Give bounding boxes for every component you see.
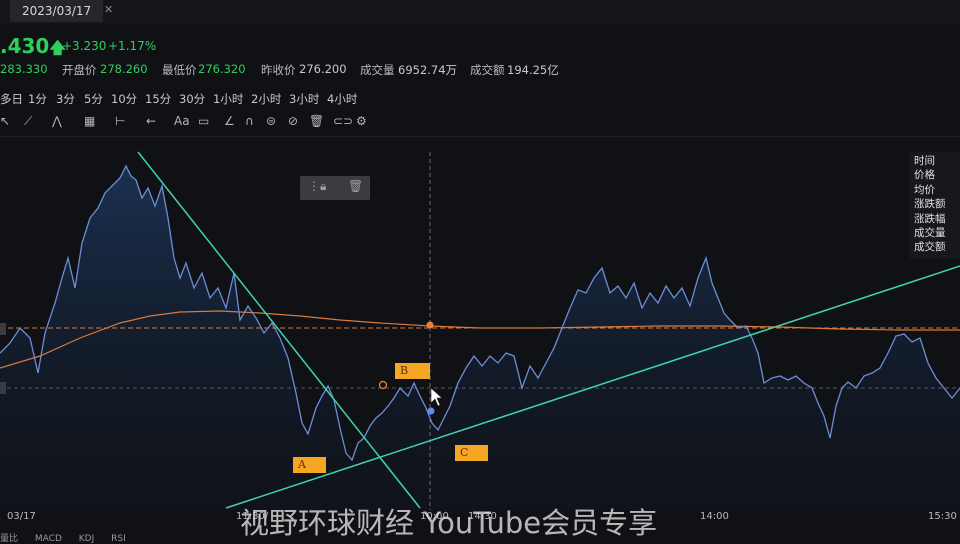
hide-icon[interactable]: ⊘ (288, 114, 298, 128)
change-percent: +1.17% (108, 39, 157, 53)
arrow-left-icon[interactable]: ← (146, 114, 156, 128)
legend-change: 涨跌额 (914, 198, 946, 211)
period-1min[interactable]: 1分 (28, 91, 47, 107)
period-2hour[interactable]: 2小时 (251, 91, 281, 107)
tab-rsi[interactable]: RSI (111, 534, 126, 544)
open-label: 开盘价 (62, 63, 97, 77)
amount-label: 成交额 (470, 63, 505, 77)
period-3hour[interactable]: 3小时 (289, 91, 319, 107)
date-tab[interactable]: 2023/03/17 (10, 0, 104, 22)
zigzag-icon[interactable]: ⋀ (52, 114, 62, 128)
tab-kdj[interactable]: KDJ (79, 534, 95, 544)
floating-toolbar: ⋮ 🔒︎ 🗑︎ (300, 176, 370, 200)
volume-value: 6952.74万 (398, 63, 458, 77)
prev-close-value: 276.200 (299, 62, 347, 76)
cursor-icon[interactable]: ↖ (0, 114, 10, 128)
x-label-start: 03/17 (7, 511, 36, 522)
low-label: 最低价 (162, 63, 197, 77)
change-amount: +3.230 (62, 39, 107, 53)
legend-amount: 成交额 (914, 241, 946, 254)
drag-handle-icon[interactable]: ⋮ (308, 179, 320, 193)
period-3min[interactable]: 3分 (56, 91, 75, 107)
legend-volume: 成交量 (914, 227, 946, 240)
marker-b[interactable]: B (395, 363, 430, 379)
x-label-4: 14:00 (700, 511, 729, 522)
lock-icon[interactable]: 🔒︎ (320, 179, 326, 194)
legend-avg: 均价 (914, 183, 935, 196)
crosshair-legend: 时间 价格 均价 涨跌额 涨跌幅 成交量 成交额 (910, 152, 960, 259)
period-4hour[interactable]: 4小时 (327, 91, 357, 107)
trendline-icon[interactable]: ⟋ (24, 114, 32, 129)
anchor-handle[interactable] (378, 380, 388, 390)
x-label-end: 15:30 (928, 511, 957, 522)
last-price: .430🡅 (0, 34, 66, 58)
axis-handle-bottom[interactable] (0, 382, 6, 394)
legend-time: 时间 (914, 155, 935, 167)
period-10min[interactable]: 10分 (111, 91, 137, 107)
fib-icon[interactable]: ▦ (84, 114, 95, 128)
high-value: 283.330 (0, 62, 48, 76)
legend-change-pct: 涨跌幅 (914, 212, 946, 225)
indicator-tabs: 量比 MACD KDJ RSI (0, 531, 140, 544)
period-multi-day[interactable]: 多日 (0, 91, 23, 107)
tab-bar: 2023/03/17 ✕ (0, 0, 960, 24)
volume-label: 成交量 (360, 63, 395, 77)
period-5min[interactable]: 5分 (84, 91, 103, 107)
text-icon[interactable]: Aa (174, 114, 190, 128)
delete-icon[interactable]: 🗑︎ (348, 179, 363, 193)
price-crosshair-dot (427, 407, 435, 415)
date-tab-label: 2023/03/17 (22, 4, 92, 18)
avg-crosshair-dot (426, 321, 434, 329)
marker-a[interactable]: A (293, 457, 326, 473)
axis-handle-top[interactable] (0, 323, 6, 335)
watermark: 视野环球财经 YouTube会员专享 (240, 506, 658, 540)
period-1hour[interactable]: 1小时 (213, 91, 243, 107)
tab-macd[interactable]: MACD (35, 534, 62, 544)
trash-icon[interactable]: 🗑 (309, 114, 324, 128)
ruler-icon[interactable]: ∠ (224, 114, 235, 128)
magnet-icon[interactable]: ∩ (245, 114, 254, 128)
mouse-cursor-icon (430, 387, 443, 407)
period-15min[interactable]: 15分 (145, 91, 171, 107)
amount-value: 194.25亿 (507, 63, 559, 77)
legend-price: 价格 (914, 169, 935, 182)
lock-drawing-icon[interactable]: ⊜ (266, 114, 276, 128)
tab-volume-ratio[interactable]: 量比 (0, 534, 18, 544)
period-30min[interactable]: 30分 (179, 91, 205, 107)
open-value: 278.260 (100, 62, 148, 76)
settings-icon[interactable]: ⚙ (356, 114, 367, 128)
toolbar-divider (0, 136, 960, 137)
link-icon[interactable]: ⊂⊃ (333, 114, 353, 128)
low-value: 276.320 (198, 62, 246, 76)
comment-icon[interactable]: ▭ (198, 114, 209, 128)
close-icon[interactable]: ✕ (104, 3, 113, 16)
prev-close-label: 昨收价 (261, 63, 296, 77)
marker-c[interactable]: C (455, 445, 488, 461)
measure-icon[interactable]: ⊢ (115, 114, 125, 128)
